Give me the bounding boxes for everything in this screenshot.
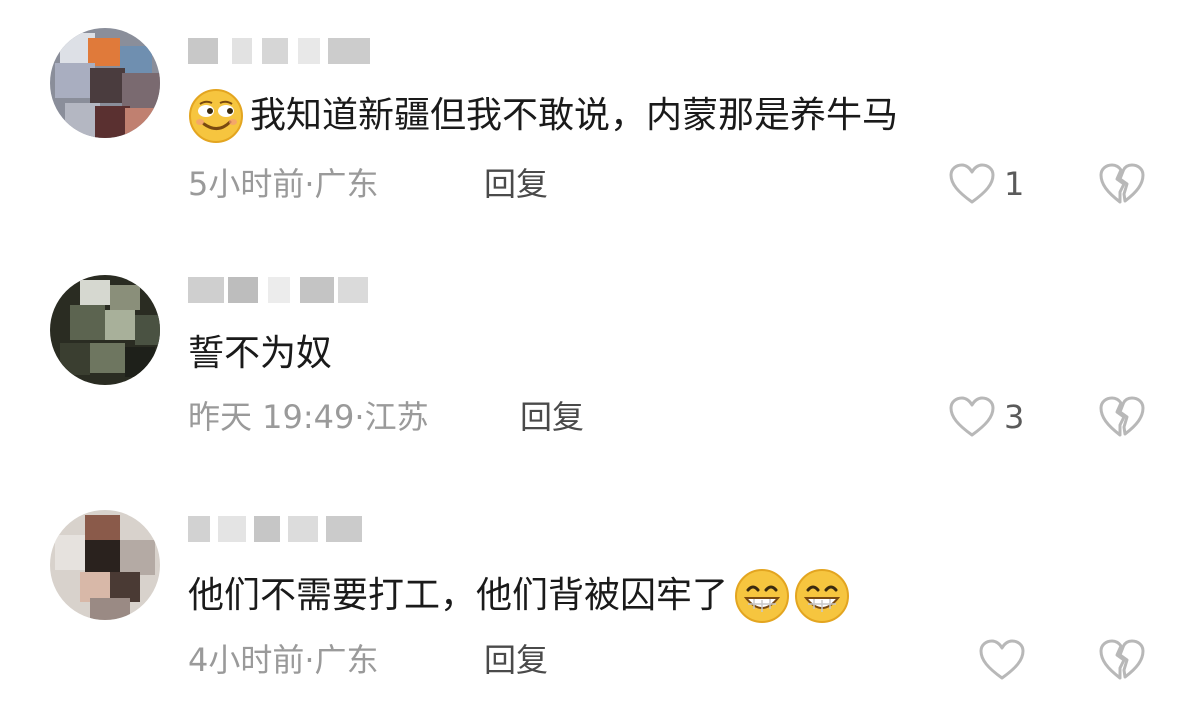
meta-separator: ·: [304, 641, 315, 679]
like-button[interactable]: 1: [948, 162, 1024, 206]
dislike-button[interactable]: [1098, 162, 1146, 210]
like-count: 1: [1004, 165, 1025, 203]
dislike-button[interactable]: [1098, 638, 1146, 686]
grin-emoji: [735, 569, 790, 623]
comment-text-body: 我知道新疆但我不敢说，内蒙那是养牛马: [250, 95, 899, 136]
reply-button[interactable]: 回复: [520, 397, 584, 437]
comment-item: 我知道新疆但我不敢说，内蒙那是养牛马 5小时前·广东 回复 1: [0, 0, 1200, 230]
reply-button[interactable]: 回复: [484, 640, 548, 680]
comment-text-body: 他们不需要打工，他们背被囚牢了: [188, 575, 729, 616]
reply-button[interactable]: 回复: [484, 164, 548, 204]
comment-location: 广东: [314, 641, 379, 679]
username-masked[interactable]: [188, 38, 378, 66]
avatar[interactable]: [50, 275, 160, 385]
comment-item: 他们不需要打工，他们背被囚牢了 4小时前·广东 回复: [0, 472, 1200, 702]
comment-location: 江苏: [364, 398, 429, 436]
comment-item: 誓不为奴 昨天 19:49·江苏 回复 3: [0, 235, 1200, 465]
heart-outline-icon: [949, 163, 995, 204]
broken-heart-icon: [1099, 163, 1145, 204]
heart-outline-icon: [949, 396, 995, 437]
comment-text: 他们不需要打工，他们背被囚牢了: [188, 568, 850, 624]
avatar[interactable]: [50, 28, 160, 138]
meta-separator: ·: [304, 165, 315, 203]
username-masked[interactable]: [188, 516, 378, 544]
broken-heart-icon: [1099, 396, 1145, 437]
comment-time: 昨天 19:49: [188, 398, 355, 436]
comment-location: 广东: [314, 165, 379, 203]
comment-time: 5小时前: [188, 165, 305, 203]
comment-text: 誓不为奴: [188, 331, 332, 377]
comment-meta: 4小时前·广东: [188, 640, 379, 680]
grin-emoji: [795, 569, 850, 623]
smirk-emoji: [189, 89, 243, 143]
meta-separator: ·: [354, 398, 365, 436]
comment-meta: 5小时前·广东: [188, 164, 379, 204]
like-count: 3: [1004, 398, 1025, 436]
avatar[interactable]: [50, 510, 160, 620]
comment-meta: 昨天 19:49·江苏: [188, 397, 429, 437]
comment-text-body: 誓不为奴: [188, 333, 333, 374]
like-button[interactable]: 3: [948, 395, 1024, 439]
comment-time: 4小时前: [188, 641, 305, 679]
heart-outline-icon: [979, 639, 1025, 680]
dislike-button[interactable]: [1098, 395, 1146, 443]
broken-heart-icon: [1099, 639, 1145, 680]
comment-text: 我知道新疆但我不敢说，内蒙那是养牛马: [188, 88, 898, 144]
like-button[interactable]: [978, 638, 1034, 682]
username-masked[interactable]: [188, 277, 378, 305]
